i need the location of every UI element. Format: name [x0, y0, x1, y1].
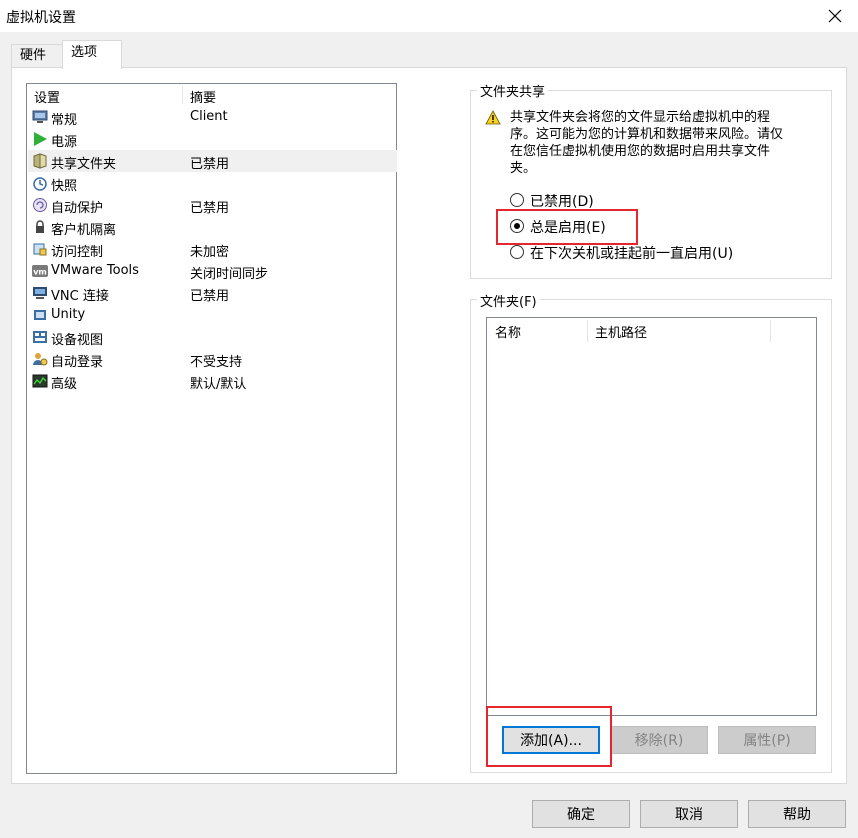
settings-row-device-view[interactable]: 设备视图: [28, 326, 397, 348]
folders-list[interactable]: 名称 主机路径: [486, 317, 817, 716]
column-header-summary[interactable]: 摘要: [190, 87, 216, 106]
vm-icon: vm: [32, 265, 48, 277]
radio-disabled-circle[interactable]: [510, 193, 524, 207]
radio-disabled-label: 已禁用(D): [530, 194, 594, 210]
shared-folder-icon: [33, 153, 47, 169]
ok-button[interactable]: 确定: [532, 800, 630, 828]
snapshot-icon: [33, 177, 47, 191]
column-header-setting[interactable]: 设置: [34, 87, 60, 106]
settings-row-advanced[interactable]: 高级 默认/默认: [28, 370, 397, 392]
close-icon: [828, 9, 842, 23]
settings-list-header: 设置 摘要: [27, 84, 396, 106]
help-button[interactable]: 帮助: [748, 800, 846, 828]
settings-list[interactable]: 设置 摘要 常规 Client 电源 共享文件夹 已禁用 快照 自动保护 已禁用: [26, 83, 397, 774]
device-view-icon: [33, 331, 47, 343]
vnc-icon: [33, 287, 47, 299]
settings-row-general[interactable]: 常规 Client: [28, 106, 397, 128]
monitor-icon: [32, 110, 48, 123]
settings-row-isolation[interactable]: 客户机隔离: [28, 216, 397, 238]
window-title: 虚拟机设置: [6, 10, 76, 26]
radio-until-poweroff-label: 在下次关机或挂起前一直启用(U): [530, 246, 734, 262]
remove-folder-button[interactable]: 移除(R): [610, 726, 708, 754]
lock-icon: [36, 220, 44, 233]
advanced-icon: [32, 374, 48, 388]
tab-options[interactable]: 选项: [62, 40, 122, 69]
settings-row-autoprotect[interactable]: 自动保护 已禁用: [28, 194, 397, 216]
warning-icon: [485, 110, 501, 125]
settings-row-vnc[interactable]: VNC 连接 已禁用: [28, 282, 397, 304]
autologin-icon: [33, 353, 48, 366]
annotation-highlight-always-enabled: [496, 209, 638, 245]
settings-row-power[interactable]: 电源: [28, 128, 397, 150]
svg-text:vm: vm: [33, 268, 47, 277]
cancel-button[interactable]: 取消: [640, 800, 738, 828]
settings-row-vmware-tools[interactable]: vm VMware Tools 关闭时间同步: [28, 260, 397, 282]
close-button[interactable]: [812, 0, 858, 32]
settings-row-autologin[interactable]: 自动登录 不受支持: [28, 348, 397, 370]
folder-sharing-title: 文件夹共享: [477, 81, 549, 100]
column-header-host-path[interactable]: 主机路径: [595, 322, 647, 341]
annotation-highlight-add: [486, 706, 612, 767]
settings-row-access-control[interactable]: 访问控制 未加密: [28, 238, 397, 260]
title-bar: 虚拟机设置: [0, 0, 858, 32]
access-control-icon: [33, 243, 47, 256]
tab-hardware[interactable]: 硬件: [11, 44, 63, 68]
settings-row-shared-folders[interactable]: 共享文件夹 已禁用: [28, 150, 397, 172]
folders-title: 文件夹(F): [477, 291, 540, 310]
autoprotect-icon: [33, 198, 47, 212]
unity-icon: [34, 310, 46, 320]
radio-until-poweroff-circle[interactable]: [510, 245, 524, 259]
folder-properties-button[interactable]: 属性(P): [718, 726, 816, 754]
sharing-warning-text: 共享文件夹会将您的文件显示给虚拟机中的程序。这可能为您的计算机和数据带来风险。请…: [510, 110, 784, 176]
settings-row-snapshot[interactable]: 快照: [28, 172, 397, 194]
settings-row-unity[interactable]: Unity: [28, 304, 397, 326]
play-icon: [34, 132, 47, 146]
column-header-name[interactable]: 名称: [495, 322, 521, 341]
